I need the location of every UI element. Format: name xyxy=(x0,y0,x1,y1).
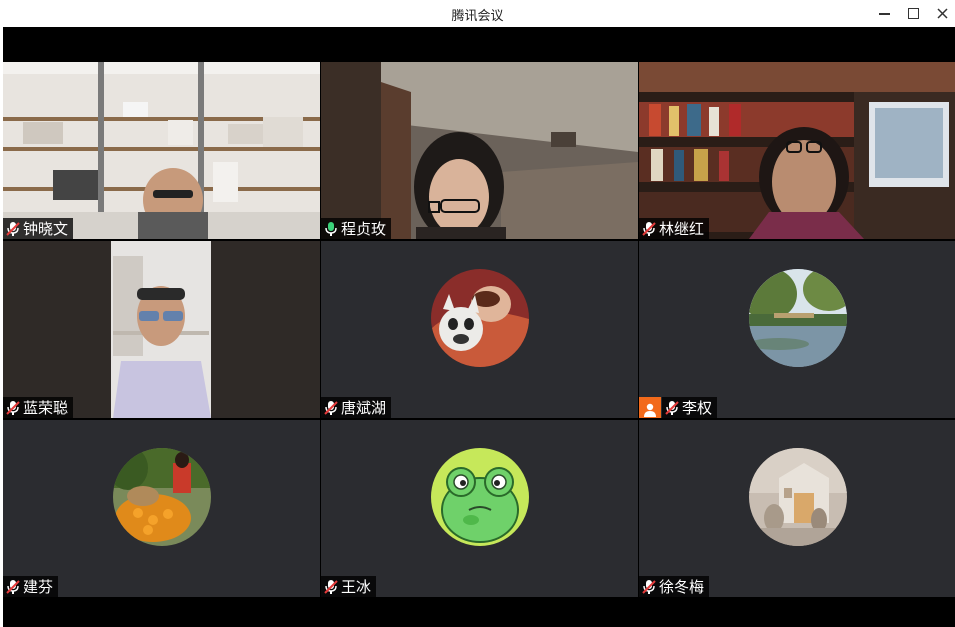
participant-name-tag: 王冰 xyxy=(321,576,377,597)
participant-tile[interactable]: 徐冬梅 xyxy=(639,420,955,597)
participant-tile[interactable]: 王冰 xyxy=(321,420,638,597)
frog-avatar-icon xyxy=(431,448,529,546)
participant-tile[interactable]: 程贞玫 xyxy=(321,62,638,239)
participant-name: 唐斌湖 xyxy=(341,399,387,417)
participant-tile[interactable]: 唐斌湖 xyxy=(321,241,638,418)
bulldog-avatar-icon xyxy=(431,269,529,367)
participant-name-tag: 徐冬梅 xyxy=(639,576,710,597)
maximize-button[interactable] xyxy=(899,2,927,24)
video-feed xyxy=(3,62,320,239)
participant-avatar xyxy=(113,448,211,546)
participant-name: 建芬 xyxy=(23,578,54,596)
participant-avatar xyxy=(431,269,529,367)
mic-muted-icon xyxy=(665,400,679,415)
participant-name: 蓝荣聪 xyxy=(23,399,69,417)
mic-muted-icon xyxy=(324,579,338,594)
participant-name-tag: 钟晓文 xyxy=(3,218,74,239)
minimize-icon xyxy=(878,13,890,15)
maximize-icon xyxy=(907,7,919,19)
flower-garden-avatar-icon xyxy=(113,448,211,546)
participant-name: 钟晓文 xyxy=(23,220,69,238)
minimize-button[interactable] xyxy=(870,2,898,24)
window-title: 腾讯会议 xyxy=(451,9,504,24)
host-badge xyxy=(639,397,661,418)
participant-tile[interactable]: 建芬 xyxy=(3,420,320,597)
mic-active-icon xyxy=(325,221,337,236)
video-feed xyxy=(321,62,638,239)
mic-muted-icon xyxy=(6,579,20,594)
participant-name: 李权 xyxy=(682,399,713,417)
meeting-view: 钟晓文 程贞玫 林继红 蓝荣聪 唐斌湖 李权 建芬 王冰 徐冬梅 xyxy=(3,27,955,627)
participant-name: 林继红 xyxy=(659,220,705,238)
lake-scenery-avatar-icon xyxy=(749,269,847,367)
video-feed xyxy=(639,62,955,239)
mic-muted-icon xyxy=(6,400,20,415)
participant-name-tag: 建芬 xyxy=(3,576,59,597)
title-bar: 腾讯会议 xyxy=(0,0,955,27)
participant-name-tag: 林继红 xyxy=(639,218,710,239)
close-icon xyxy=(936,7,948,19)
video-grid: 钟晓文 程贞玫 林继红 蓝荣聪 唐斌湖 李权 建芬 王冰 徐冬梅 xyxy=(3,62,955,598)
miniature-scene-avatar-icon xyxy=(749,448,847,546)
video-feed xyxy=(3,241,320,418)
participant-avatar xyxy=(749,448,847,546)
mic-muted-icon xyxy=(6,221,20,236)
participant-name-tag: 唐斌湖 xyxy=(321,397,392,418)
participant-tile[interactable]: 钟晓文 xyxy=(3,62,320,239)
participant-name-tag: 程贞玫 xyxy=(321,218,392,239)
participant-name: 王冰 xyxy=(341,578,372,596)
mic-muted-icon xyxy=(324,400,338,415)
participant-name-tag: 李权 xyxy=(662,397,718,418)
mic-muted-icon xyxy=(642,221,656,236)
participant-tile[interactable]: 蓝荣聪 xyxy=(3,241,320,418)
close-button[interactable] xyxy=(928,2,955,24)
user-icon xyxy=(644,403,656,417)
participant-avatar xyxy=(431,448,529,546)
mic-muted-icon xyxy=(642,579,656,594)
participant-tile[interactable]: 林继红 xyxy=(639,62,955,239)
participant-name: 徐冬梅 xyxy=(659,578,705,596)
participant-avatar xyxy=(749,269,847,367)
participant-name: 程贞玫 xyxy=(341,220,387,238)
participant-tile[interactable]: 李权 xyxy=(639,241,955,418)
participant-name-tag: 蓝荣聪 xyxy=(3,397,74,418)
